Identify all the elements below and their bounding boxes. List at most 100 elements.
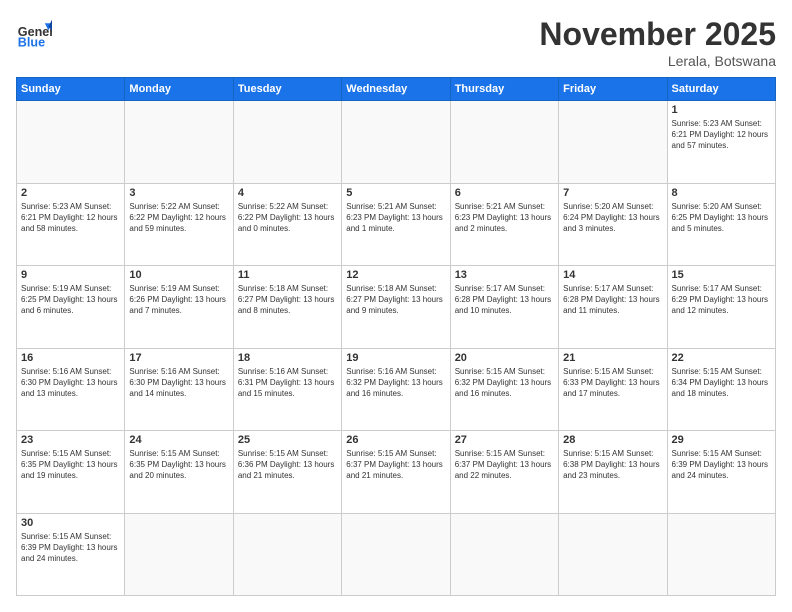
calendar-cell [559,101,667,184]
day-number: 1 [672,104,771,116]
day-number: 29 [672,434,771,446]
day-info: Sunrise: 5:15 AM Sunset: 6:37 PM Dayligh… [346,448,445,482]
calendar-cell: 26 Sunrise: 5:15 AM Sunset: 6:37 PM Dayli… [342,431,450,514]
day-number: 19 [346,352,445,364]
day-info: Sunrise: 5:15 AM Sunset: 6:35 PM Dayligh… [129,448,228,482]
header-saturday: Saturday [667,78,775,101]
calendar-cell: 18 Sunrise: 5:16 AM Sunset: 6:31 PM Dayli… [233,348,341,431]
header-wednesday: Wednesday [342,78,450,101]
logo: General Blue [16,16,52,52]
day-info: Sunrise: 5:19 AM Sunset: 6:25 PM Dayligh… [21,283,120,317]
day-info: Sunrise: 5:16 AM Sunset: 6:30 PM Dayligh… [21,366,120,400]
main-title: November 2025 [539,16,776,53]
calendar-week-4: 16 Sunrise: 5:16 AM Sunset: 6:30 PM Dayli… [17,348,776,431]
day-info: Sunrise: 5:15 AM Sunset: 6:36 PM Dayligh… [238,448,337,482]
calendar-cell [450,101,558,184]
calendar-cell [233,513,341,596]
day-info: Sunrise: 5:15 AM Sunset: 6:39 PM Dayligh… [21,531,120,565]
day-number: 13 [455,269,554,281]
day-number: 5 [346,187,445,199]
day-number: 18 [238,352,337,364]
day-number: 22 [672,352,771,364]
day-number: 7 [563,187,662,199]
calendar-cell: 16 Sunrise: 5:16 AM Sunset: 6:30 PM Dayli… [17,348,125,431]
day-number: 14 [563,269,662,281]
calendar-week-6: 30 Sunrise: 5:15 AM Sunset: 6:39 PM Dayli… [17,513,776,596]
day-number: 4 [238,187,337,199]
day-info: Sunrise: 5:15 AM Sunset: 6:38 PM Dayligh… [563,448,662,482]
day-number: 9 [21,269,120,281]
calendar-cell: 14Sunrise: 5:17 AM Sunset: 6:28 PM Dayli… [559,266,667,349]
calendar-week-2: 2Sunrise: 5:23 AM Sunset: 6:21 PM Daylig… [17,183,776,266]
day-number: 24 [129,434,228,446]
calendar-cell: 3 Sunrise: 5:22 AM Sunset: 6:22 PM Daylig… [125,183,233,266]
day-info: Sunrise: 5:17 AM Sunset: 6:28 PM Dayligh… [455,283,554,317]
day-number: 6 [455,187,554,199]
calendar-cell: 2Sunrise: 5:23 AM Sunset: 6:21 PM Daylig… [17,183,125,266]
calendar-cell: 21Sunrise: 5:15 AM Sunset: 6:33 PM Dayli… [559,348,667,431]
day-info: Sunrise: 5:20 AM Sunset: 6:24 PM Dayligh… [563,201,662,235]
calendar-cell: 19Sunrise: 5:16 AM Sunset: 6:32 PM Dayli… [342,348,450,431]
calendar-cell [342,513,450,596]
day-number: 12 [346,269,445,281]
day-info: Sunrise: 5:21 AM Sunset: 6:23 PM Dayligh… [346,201,445,235]
calendar-cell: 23Sunrise: 5:15 AM Sunset: 6:35 PM Dayli… [17,431,125,514]
day-number: 30 [21,517,120,529]
header-tuesday: Tuesday [233,78,341,101]
calendar-cell [233,101,341,184]
day-info: Sunrise: 5:15 AM Sunset: 6:35 PM Dayligh… [21,448,120,482]
day-info: Sunrise: 5:20 AM Sunset: 6:25 PM Dayligh… [672,201,771,235]
day-number: 10 [129,269,228,281]
day-info: Sunrise: 5:15 AM Sunset: 6:34 PM Dayligh… [672,366,771,400]
subtitle: Lerala, Botswana [539,53,776,69]
calendar-week-3: 9 Sunrise: 5:19 AM Sunset: 6:25 PM Daylig… [17,266,776,349]
day-number: 16 [21,352,120,364]
calendar-week-1: 1 Sunrise: 5:23 AM Sunset: 6:21 PM Daylig… [17,101,776,184]
calendar-cell [559,513,667,596]
calendar-cell [17,101,125,184]
day-info: Sunrise: 5:23 AM Sunset: 6:21 PM Dayligh… [672,118,771,152]
header-friday: Friday [559,78,667,101]
calendar-cell: 4 Sunrise: 5:22 AM Sunset: 6:22 PM Daylig… [233,183,341,266]
header: General Blue November 2025 Lerala, Botsw… [16,16,776,69]
svg-text:Blue: Blue [18,36,45,50]
day-info: Sunrise: 5:16 AM Sunset: 6:31 PM Dayligh… [238,366,337,400]
day-number: 26 [346,434,445,446]
day-number: 3 [129,187,228,199]
calendar-cell: 1 Sunrise: 5:23 AM Sunset: 6:21 PM Daylig… [667,101,775,184]
page: General Blue November 2025 Lerala, Botsw… [0,0,792,612]
day-info: Sunrise: 5:16 AM Sunset: 6:30 PM Dayligh… [129,366,228,400]
calendar-cell: 10Sunrise: 5:19 AM Sunset: 6:26 PM Dayli… [125,266,233,349]
header-monday: Monday [125,78,233,101]
calendar-cell: 25 Sunrise: 5:15 AM Sunset: 6:36 PM Dayli… [233,431,341,514]
day-number: 15 [672,269,771,281]
calendar-cell: 11 Sunrise: 5:18 AM Sunset: 6:27 PM Dayli… [233,266,341,349]
calendar-cell: 13 Sunrise: 5:17 AM Sunset: 6:28 PM Dayli… [450,266,558,349]
day-info: Sunrise: 5:17 AM Sunset: 6:29 PM Dayligh… [672,283,771,317]
day-number: 25 [238,434,337,446]
calendar-cell [125,101,233,184]
calendar-cell: 17 Sunrise: 5:16 AM Sunset: 6:30 PM Dayli… [125,348,233,431]
day-info: Sunrise: 5:22 AM Sunset: 6:22 PM Dayligh… [129,201,228,235]
day-info: Sunrise: 5:18 AM Sunset: 6:27 PM Dayligh… [238,283,337,317]
header-sunday: Sunday [17,78,125,101]
calendar-cell: 15 Sunrise: 5:17 AM Sunset: 6:29 PM Dayli… [667,266,775,349]
day-number: 11 [238,269,337,281]
calendar-cell: 29Sunrise: 5:15 AM Sunset: 6:39 PM Dayli… [667,431,775,514]
calendar-cell: 30 Sunrise: 5:15 AM Sunset: 6:39 PM Dayli… [17,513,125,596]
day-info: Sunrise: 5:15 AM Sunset: 6:32 PM Dayligh… [455,366,554,400]
calendar: Sunday Monday Tuesday Wednesday Thursday… [16,77,776,596]
calendar-cell [450,513,558,596]
day-number: 17 [129,352,228,364]
calendar-cell [125,513,233,596]
day-info: Sunrise: 5:15 AM Sunset: 6:37 PM Dayligh… [455,448,554,482]
calendar-cell: 12Sunrise: 5:18 AM Sunset: 6:27 PM Dayli… [342,266,450,349]
day-info: Sunrise: 5:21 AM Sunset: 6:23 PM Dayligh… [455,201,554,235]
calendar-cell: 22 Sunrise: 5:15 AM Sunset: 6:34 PM Dayli… [667,348,775,431]
calendar-cell: 20 Sunrise: 5:15 AM Sunset: 6:32 PM Dayli… [450,348,558,431]
day-number: 20 [455,352,554,364]
day-number: 21 [563,352,662,364]
header-thursday: Thursday [450,78,558,101]
calendar-cell [667,513,775,596]
day-info: Sunrise: 5:22 AM Sunset: 6:22 PM Dayligh… [238,201,337,235]
